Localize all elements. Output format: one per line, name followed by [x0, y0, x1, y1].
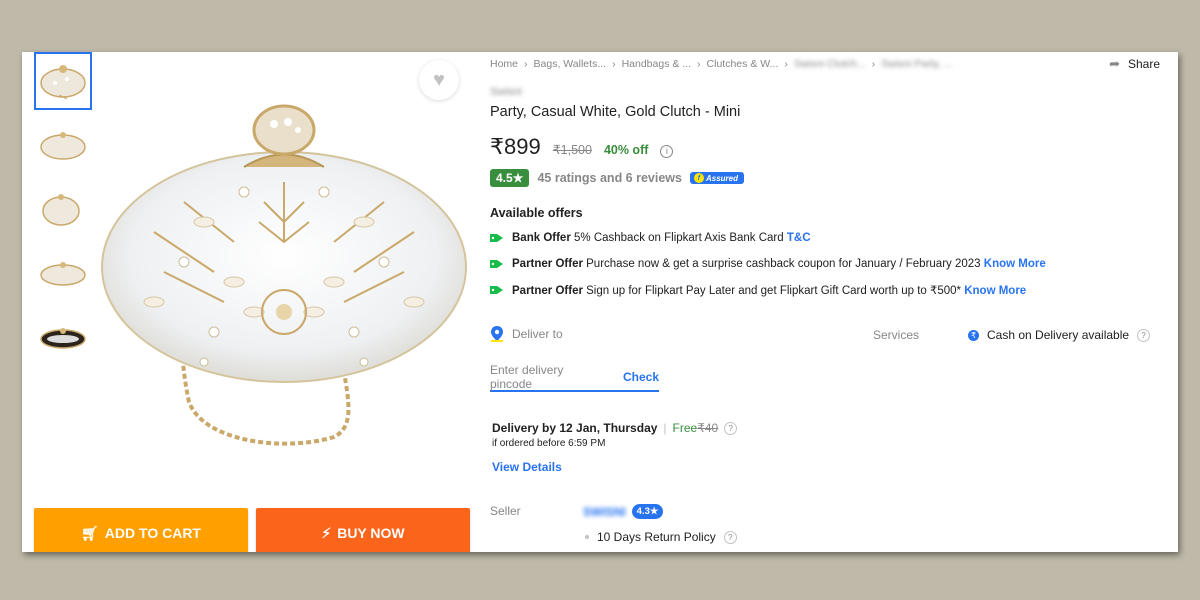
- offer-type: Partner Offer: [512, 258, 583, 270]
- cart-icon: 🛒︎: [81, 524, 99, 541]
- offer-link-know-more[interactable]: Know More: [984, 258, 1046, 270]
- location-pin-icon: [491, 326, 503, 342]
- services-label: Services: [873, 328, 920, 342]
- assured-badge: f Assured: [689, 172, 744, 184]
- offer-type: Bank Offer: [512, 232, 571, 244]
- thumbnail-2[interactable]: [34, 116, 92, 174]
- assured-label: Assured: [705, 173, 738, 183]
- cod-text: Cash on Delivery available: [987, 328, 1130, 342]
- flipkart-f-icon: f: [693, 173, 704, 183]
- pincode-input[interactable]: Enter delivery pincode Check: [490, 363, 659, 392]
- offers-heading: Available offers: [490, 206, 583, 220]
- seller-name[interactable]: SWISNI: [583, 505, 626, 519]
- offer-item: Partner Offer Sign up for Flipkart Pay L…: [490, 283, 1026, 297]
- rating-row: 4.5★ 45 ratings and 6 reviews f Assured: [490, 169, 744, 187]
- discount-percent: 40% off: [603, 143, 649, 157]
- cod-service: ₹ Cash on Delivery available ?: [968, 328, 1151, 342]
- share-button[interactable]: ➦ Share: [1109, 56, 1160, 72]
- lightning-icon: ⚡︎: [321, 524, 332, 541]
- share-label: Share: [1127, 57, 1160, 71]
- add-to-cart-button[interactable]: 🛒︎ ADD TO CART: [34, 508, 248, 552]
- help-icon[interactable]: ?: [723, 530, 737, 544]
- thumbnail-4[interactable]: [34, 244, 92, 302]
- product-image: [94, 72, 474, 472]
- selling-price: ₹899: [490, 134, 541, 159]
- seller-rating: 4.3★: [631, 504, 664, 519]
- offer-tag-icon: [490, 260, 503, 268]
- help-icon[interactable]: ?: [1137, 328, 1151, 342]
- product-page: ♥ 🛒︎ ADD TO CART ⚡︎ BUY NOW Home › Bags, …: [22, 52, 1178, 552]
- help-icon[interactable]: ?: [724, 421, 738, 435]
- check-button[interactable]: Check: [623, 370, 659, 384]
- thumbnail-5[interactable]: [34, 308, 92, 366]
- breadcrumb-clutches[interactable]: Clutches & W...: [707, 58, 779, 70]
- return-policy: 10 Days Return Policy ?: [585, 530, 737, 544]
- seller-label: Seller: [490, 504, 521, 518]
- price-row: ₹899 ₹1,500 40% off i: [490, 134, 674, 160]
- view-details-link[interactable]: View Details: [492, 460, 562, 474]
- rupee-icon: ₹: [968, 329, 979, 341]
- breadcrumb-bags[interactable]: Bags, Wallets...: [534, 58, 607, 70]
- delivery-free: Free: [672, 421, 698, 435]
- breadcrumb: Home › Bags, Wallets... › Handbags & ... › …: [490, 58, 953, 70]
- seller-info: SWISNI 4.3★: [583, 504, 664, 519]
- add-to-cart-label: ADD TO CART: [104, 525, 201, 541]
- deliver-to: Deliver to: [490, 326, 563, 342]
- thumbnail-3[interactable]: [34, 180, 92, 238]
- buy-now-label: BUY NOW: [337, 525, 405, 541]
- info-icon[interactable]: i: [660, 144, 674, 158]
- ratings-reviews-count[interactable]: 45 ratings and 6 reviews: [537, 171, 682, 185]
- buy-now-button[interactable]: ⚡︎ BUY NOW: [256, 508, 470, 552]
- product-title: Party, Casual White, Gold Clutch - Mini: [490, 104, 741, 120]
- offer-item: Partner Offer Purchase now & get a surpr…: [490, 258, 1046, 270]
- delivery-charge: ₹40: [697, 421, 719, 435]
- breadcrumb-product[interactable]: Swisni Party, ...: [881, 58, 953, 70]
- offer-text: Purchase now & get a surprise cashback c…: [586, 258, 981, 270]
- thumbnail-1[interactable]: [34, 52, 92, 110]
- offer-tag-icon: [490, 234, 503, 242]
- rating-badge: 4.5★: [490, 169, 530, 187]
- breadcrumb-brand-clutch[interactable]: Swisni Clutch...: [794, 58, 866, 70]
- offer-link-tnc[interactable]: T&C: [787, 232, 811, 244]
- offer-tag-icon: [490, 286, 503, 294]
- delivery-estimate: Delivery by 12 Jan, Thursday | Free₹40 ?: [492, 421, 738, 435]
- thumbnail-list: [34, 52, 92, 372]
- breadcrumb-home[interactable]: Home: [490, 58, 518, 70]
- offer-item: Bank Offer 5% Cashback on Flipkart Axis …: [490, 232, 811, 244]
- mrp-price: ₹1,500: [552, 143, 592, 157]
- offer-type: Partner Offer: [512, 285, 583, 297]
- wishlist-heart-icon[interactable]: ♥: [419, 60, 459, 100]
- return-policy-text: 10 Days Return Policy: [597, 530, 716, 544]
- deliver-to-label: Deliver to: [512, 327, 563, 341]
- offer-text: 5% Cashback on Flipkart Axis Bank Card: [574, 232, 784, 244]
- offer-link-know-more[interactable]: Know More: [964, 285, 1026, 297]
- product-details: Home › Bags, Wallets... › Handbags & ... › …: [490, 52, 1170, 552]
- bullet-icon: [585, 535, 589, 539]
- pincode-placeholder[interactable]: Enter delivery pincode: [490, 363, 603, 391]
- breadcrumb-handbags[interactable]: Handbags & ...: [622, 58, 691, 70]
- delivery-date: Delivery by 12 Jan, Thursday: [492, 421, 658, 435]
- offer-text: Sign up for Flipkart Pay Later and get F…: [586, 285, 962, 297]
- order-cutoff: if ordered before 6:59 PM: [492, 438, 606, 449]
- brand-name[interactable]: Swisni: [490, 86, 522, 98]
- share-icon: ➦: [1109, 56, 1120, 71]
